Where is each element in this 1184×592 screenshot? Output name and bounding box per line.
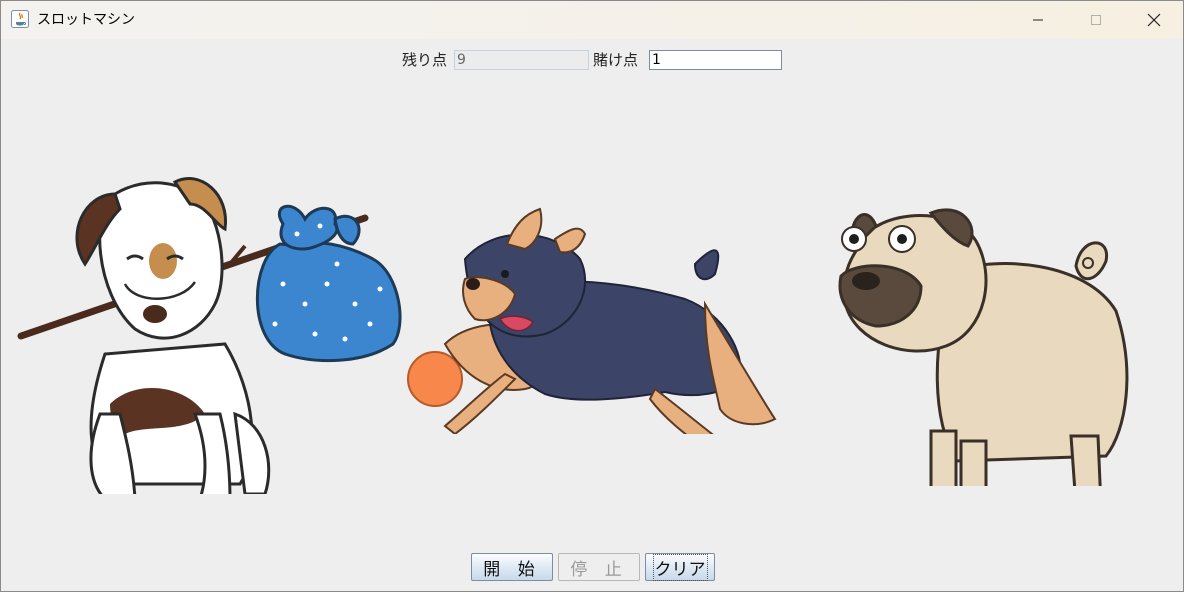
window-title: スロットマシン [37, 12, 135, 28]
slot-2-yorkshire-terrier-image [407, 207, 777, 434]
clear-button[interactable]: クリア [645, 553, 715, 581]
start-button-label: 開 始 [483, 559, 541, 580]
remaining-points-field: 9 [454, 50, 589, 70]
slot-3-pug-image [838, 208, 1129, 486]
stop-button[interactable]: 停 止 [558, 553, 640, 581]
maximize-button[interactable] [1067, 1, 1125, 39]
minimize-button[interactable] [1009, 1, 1067, 39]
remaining-points-label: 残り点 [402, 51, 448, 69]
close-button[interactable] [1125, 1, 1183, 39]
slot-1-dog-with-bindle-image [17, 177, 402, 494]
maximize-icon [1091, 15, 1101, 25]
stop-button-label: 停 止 [570, 559, 628, 580]
app-window: スロットマシン 残り点 賭け点 9 1 開 始 停 止 クリア [0, 0, 1184, 592]
clear-button-label: クリア [652, 553, 708, 581]
title-bar[interactable]: スロットマシン [1, 1, 1183, 39]
minimize-icon [1033, 19, 1043, 21]
content-pane: 残り点 賭け点 9 1 開 始 停 止 クリア [1, 39, 1183, 591]
close-icon [1147, 13, 1161, 27]
bet-points-input[interactable]: 1 [649, 50, 782, 70]
java-app-icon [11, 10, 29, 28]
start-button[interactable]: 開 始 [471, 553, 553, 581]
bet-points-label: 賭け点 [593, 51, 639, 69]
